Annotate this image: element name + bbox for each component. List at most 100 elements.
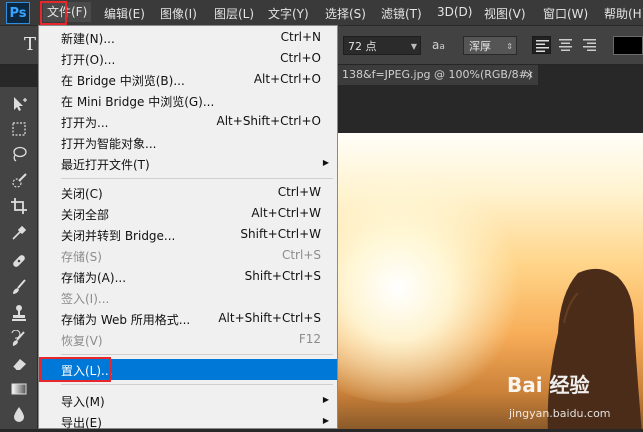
eyedropper-tool-icon[interactable] <box>10 224 28 242</box>
align-right-icon <box>583 39 596 51</box>
photoshop-logo: Ps <box>6 2 30 24</box>
gradient-tool-icon[interactable] <box>10 380 28 398</box>
document-tab-title: 138&f=JPEG.jpg @ 100%(RGB/8#) <box>342 68 533 81</box>
menu-item-label: 存储为(A)... <box>61 271 127 285</box>
menu-item-save-as[interactable]: 存储为(A)... Shift+Ctrl+S <box>39 266 337 287</box>
menu-item-close-go-bridge[interactable]: 关闭并转到 Bridge... Shift+Ctrl+W <box>39 224 337 245</box>
text-color-swatch[interactable] <box>613 36 643 55</box>
menu-separator <box>61 354 333 355</box>
menu-item-recent-files[interactable]: 最近打开文件(T) ▶ <box>39 153 337 174</box>
menu-item-open-as[interactable]: 打开为... Alt+Shift+Ctrl+O <box>39 111 337 132</box>
menu-item-shortcut: Shift+Ctrl+W <box>240 227 321 241</box>
menu-item-shortcut: Shift+Ctrl+S <box>244 269 321 283</box>
menu-item-label: 关闭并转到 Bridge... <box>61 229 176 243</box>
sunlight-glow <box>338 173 528 403</box>
close-icon[interactable]: × <box>525 65 534 85</box>
menu-item-shortcut: Alt+Shift+Ctrl+O <box>216 114 321 128</box>
lasso-tool-icon[interactable] <box>10 145 28 163</box>
align-left-button[interactable] <box>532 36 551 54</box>
type-tool-icon[interactable]: T <box>24 34 36 55</box>
menu-item-label: 导出(E) <box>61 416 102 430</box>
menu-item-label: 打开(O)... <box>61 53 116 67</box>
menu-layer[interactable]: 图层(L) <box>214 5 254 22</box>
antialias-glyph-small: a <box>439 42 445 52</box>
menu-item-shortcut: Ctrl+W <box>277 185 321 199</box>
submenu-arrow-icon: ▶ <box>322 395 329 404</box>
menu-item-shortcut: Alt+Shift+Ctrl+S <box>218 311 321 325</box>
menu-item-label: 恢复(V) <box>61 334 103 348</box>
menu-3d[interactable]: 3D(D) <box>437 5 472 19</box>
menu-view[interactable]: 视图(V) <box>484 5 526 22</box>
tools-panel <box>0 87 38 429</box>
menu-separator <box>61 384 333 385</box>
menu-item-shortcut: Ctrl+O <box>280 51 321 65</box>
font-size-field[interactable]: 72 点 ▼ <box>343 36 421 55</box>
align-left-icon <box>536 40 549 52</box>
menu-item-label: 存储(S) <box>61 250 102 264</box>
menu-item-label: 关闭全部 <box>61 208 110 222</box>
menu-item-revert: 恢复(V) F12 <box>39 329 337 350</box>
antialias-select[interactable]: 浑厚 ⇕ <box>463 36 517 55</box>
menu-image[interactable]: 图像(I) <box>160 5 197 22</box>
watermark-url: jingyan.baidu.com <box>509 407 611 420</box>
menu-item-new[interactable]: 新建(N)... Ctrl+N <box>39 27 337 48</box>
chevron-updown-icon: ⇕ <box>506 42 513 51</box>
baidu-watermark: Bai 经验 jingyan.baidu.com <box>507 369 643 429</box>
healing-brush-tool-icon[interactable] <box>10 252 28 270</box>
crop-tool-icon[interactable] <box>10 197 28 215</box>
menu-item-label: 导入(M) <box>61 395 105 409</box>
eraser-tool-icon[interactable] <box>10 355 28 373</box>
menu-item-check-in: 签入(I)... <box>39 287 337 308</box>
menu-item-shortcut: Ctrl+N <box>280 30 321 44</box>
blur-tool-icon[interactable] <box>10 405 28 423</box>
move-tool-icon[interactable] <box>10 95 28 113</box>
align-right-button[interactable] <box>580 36 599 54</box>
align-center-button[interactable] <box>556 36 575 54</box>
chevron-down-icon: ▼ <box>410 42 417 51</box>
menu-item-label: 在 Bridge 中浏览(B)... <box>61 74 185 88</box>
menu-item-label: 最近打开文件(T) <box>61 158 150 172</box>
menu-item-label: 签入(I)... <box>61 292 110 306</box>
menu-item-label: 存储为 Web 所用格式... <box>61 313 191 327</box>
submenu-arrow-icon: ▶ <box>322 158 329 167</box>
document-canvas[interactable]: Bai 经验 jingyan.baidu.com <box>338 133 643 429</box>
menu-item-label: 在 Mini Bridge 中浏览(G)... <box>61 95 215 109</box>
menu-help[interactable]: 帮助(H) <box>604 5 643 22</box>
history-brush-tool-icon[interactable] <box>10 330 28 348</box>
font-size-value: 72 点 <box>348 40 377 53</box>
menu-filter[interactable]: 滤镜(T) <box>381 5 422 22</box>
menu-item-save: 存储(S) Ctrl+S <box>39 245 337 266</box>
menu-item-browse-bridge[interactable]: 在 Bridge 中浏览(B)... Alt+Ctrl+O <box>39 69 337 90</box>
menu-item-label: 新建(N)... <box>61 32 115 46</box>
annotation-box-file-menu <box>40 1 67 25</box>
menu-item-shortcut: Ctrl+S <box>281 248 321 262</box>
menu-item-shortcut: Alt+Ctrl+O <box>253 72 321 86</box>
baidu-jingyan-logo: Bai 经验 <box>507 373 590 397</box>
document-tab[interactable]: 138&f=JPEG.jpg @ 100%(RGB/8#) × <box>338 65 538 85</box>
antialias-value: 浑厚 <box>469 40 491 53</box>
menu-item-close-all[interactable]: 关闭全部 Alt+Ctrl+W <box>39 203 337 224</box>
brush-tool-icon[interactable] <box>10 278 28 296</box>
menu-type[interactable]: 文字(Y) <box>268 5 309 22</box>
menu-item-open-smart-object[interactable]: 打开为智能对象... <box>39 132 337 153</box>
menu-bar: Ps 文件(F) 编辑(E) 图像(I) 图层(L) 文字(Y) 选择(S) 滤… <box>0 0 643 26</box>
quick-selection-tool-icon[interactable] <box>10 172 28 190</box>
menu-item-shortcut: Alt+Ctrl+W <box>251 206 321 220</box>
menu-item-browse-mini-bridge[interactable]: 在 Mini Bridge 中浏览(G)... <box>39 90 337 111</box>
menu-item-label: 关闭(C) <box>61 187 103 201</box>
antialias-icon: aa <box>432 38 445 52</box>
menu-item-close[interactable]: 关闭(C) Ctrl+W <box>39 182 337 203</box>
menu-item-label: 打开为智能对象... <box>61 137 157 151</box>
menu-item-open[interactable]: 打开(O)... Ctrl+O <box>39 48 337 69</box>
menu-item-import[interactable]: 导入(M) ▶ <box>39 390 337 411</box>
marquee-tool-icon[interactable] <box>10 120 28 138</box>
menu-item-save-for-web[interactable]: 存储为 Web 所用格式... Alt+Shift+Ctrl+S <box>39 308 337 329</box>
menu-window[interactable]: 窗口(W) <box>543 5 588 22</box>
clone-stamp-tool-icon[interactable] <box>10 304 28 322</box>
menu-select[interactable]: 选择(S) <box>325 5 366 22</box>
menu-item-shortcut: F12 <box>298 332 321 346</box>
menu-separator <box>61 178 333 179</box>
align-center-icon <box>559 39 572 51</box>
menu-edit[interactable]: 编辑(E) <box>104 5 145 22</box>
submenu-arrow-icon: ▶ <box>322 416 329 425</box>
